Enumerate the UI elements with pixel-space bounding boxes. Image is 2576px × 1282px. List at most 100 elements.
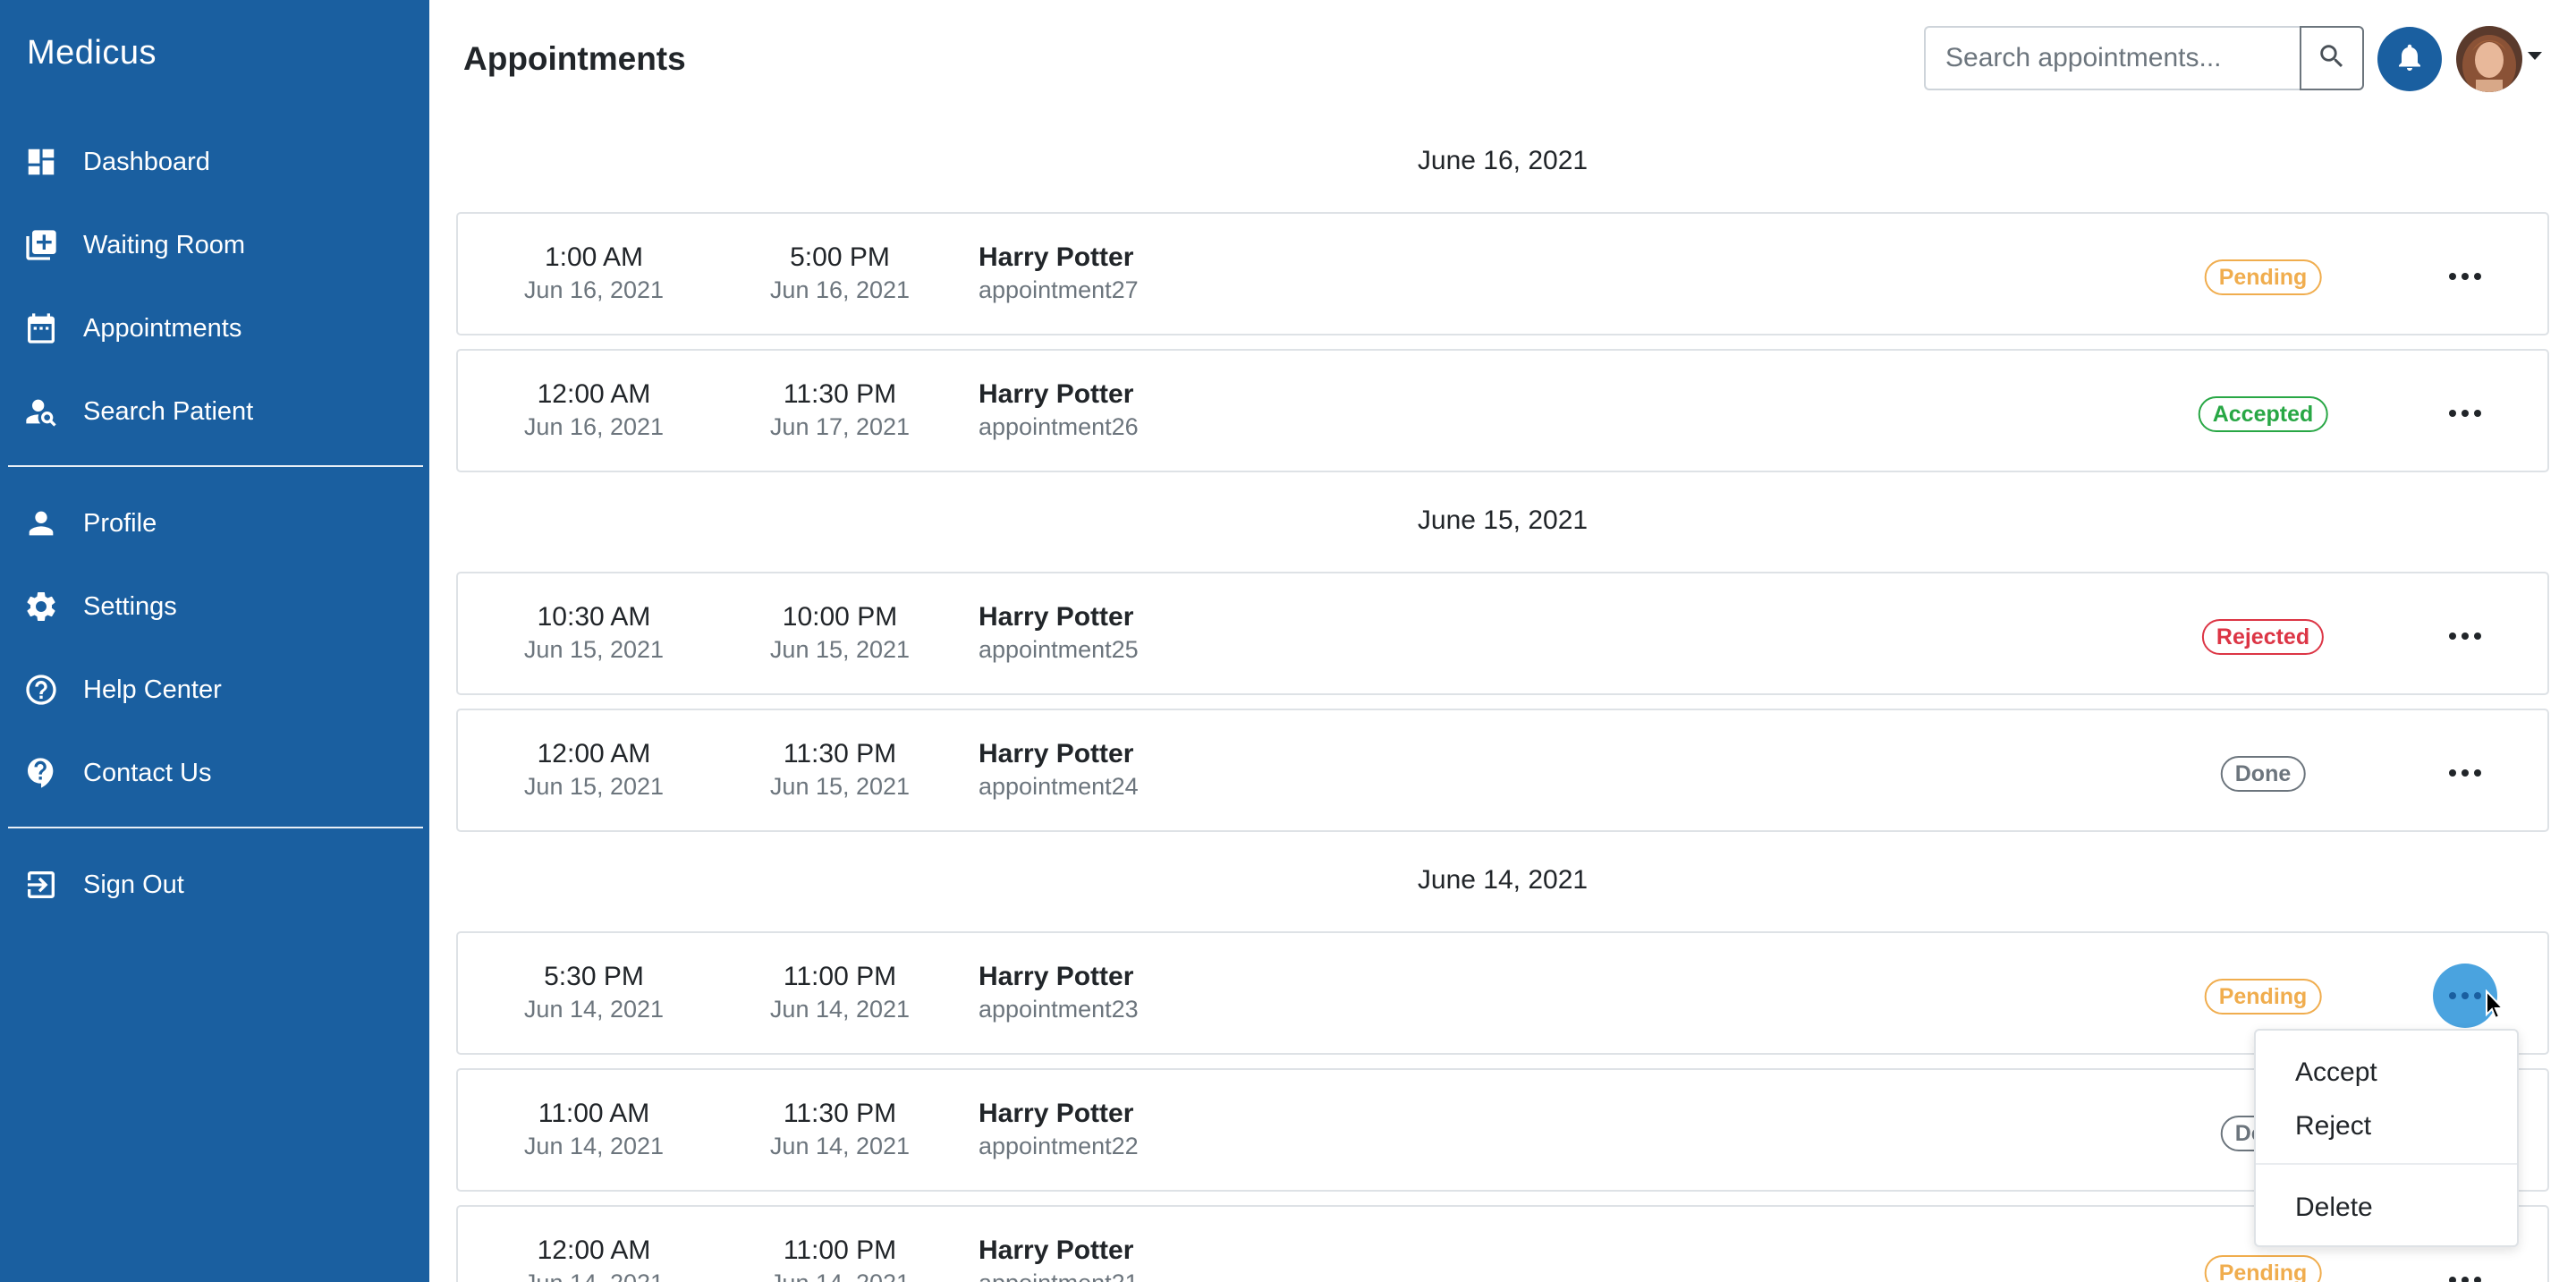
end-date: Jun 14, 2021: [769, 1133, 911, 1159]
status-badge: Pending: [2204, 259, 2322, 295]
more-horizontal-icon: [2449, 992, 2481, 999]
sidebar-item-label: Profile: [83, 508, 157, 538]
appointment-row[interactable]: 5:30 PM Jun 14, 2021 11:00 PM Jun 14, 20…: [456, 931, 2549, 1055]
start-date: Jun 15, 2021: [523, 636, 665, 663]
sidebar-item-sign-out[interactable]: Sign Out: [0, 853, 429, 916]
help-circle-icon: [23, 672, 59, 708]
sidebar-item-label: Sign Out: [83, 870, 184, 899]
end-time-cell: 11:30 PM Jun 14, 2021: [741, 1097, 938, 1161]
end-time-cell: 11:00 PM Jun 14, 2021: [741, 1234, 938, 1282]
end-time: 5:00 PM: [790, 242, 890, 272]
end-time-cell: 11:00 PM Jun 14, 2021: [741, 960, 938, 1024]
appointment-subject: appointment25: [979, 636, 1139, 663]
sidebar-item-search-patient[interactable]: Search Patient: [0, 380, 429, 443]
start-date: Jun 14, 2021: [523, 1133, 665, 1159]
appointment-row[interactable]: 1:00 AM Jun 16, 2021 5:00 PM Jun 16, 202…: [456, 212, 2549, 335]
end-time-cell: 11:30 PM Jun 17, 2021: [741, 378, 938, 442]
sidebar-item-label: Appointments: [83, 313, 242, 343]
sidebar-item-label: Dashboard: [83, 147, 210, 176]
patient-cell: Harry Potter appointment21: [979, 1234, 1139, 1282]
start-time-cell: 11:00 AM Jun 14, 2021: [496, 1097, 692, 1161]
bell-icon: [2394, 41, 2426, 78]
end-time: 11:30 PM: [783, 379, 897, 409]
contact-support-icon: [23, 755, 59, 791]
start-time: 5:30 PM: [544, 962, 644, 991]
menu-divider: [2256, 1163, 2517, 1165]
start-date: Jun 16, 2021: [523, 276, 665, 303]
brand-logo[interactable]: Medicus: [27, 34, 157, 72]
appointment-row[interactable]: 12:00 AM Jun 15, 2021 11:30 PM Jun 15, 2…: [456, 709, 2549, 832]
sidebar-item-label: Search Patient: [83, 396, 254, 426]
sidebar-item-waiting-room[interactable]: Waiting Room: [0, 214, 429, 276]
search-input[interactable]: [1924, 26, 2300, 90]
appointment-subject: appointment21: [979, 1268, 1139, 1282]
more-horizontal-icon: [2449, 769, 2481, 777]
sidebar-item-dashboard[interactable]: Dashboard: [0, 131, 429, 193]
end-time-cell: 10:00 PM Jun 15, 2021: [741, 600, 938, 665]
more-options-button[interactable]: [2433, 741, 2497, 805]
patient-name: Harry Potter: [979, 379, 1134, 409]
patient-cell: Harry Potter appointment25: [979, 600, 1139, 665]
sidebar-item-label: Settings: [83, 591, 177, 621]
sidebar-item-contact-us[interactable]: Contact Us: [0, 742, 429, 804]
patient-cell: Harry Potter appointment27: [979, 241, 1139, 305]
appointment-subject: appointment24: [979, 773, 1139, 800]
start-date: Jun 14, 2021: [523, 996, 665, 1023]
start-date: Jun 14, 2021: [496, 1268, 692, 1282]
more-options-button[interactable]: [2433, 381, 2497, 446]
more-horizontal-icon: [2449, 1277, 2481, 1282]
end-date: Jun 17, 2021: [769, 413, 911, 440]
dashboard-icon: [23, 144, 59, 180]
appointment-row[interactable]: 11:00 AM Jun 14, 2021 11:30 PM Jun 14, 2…: [456, 1068, 2549, 1192]
appointment-row[interactable]: 12:00 AM Jun 14, 2021 11:00 PM Jun 14, 2…: [456, 1205, 2549, 1282]
start-date: Jun 15, 2021: [523, 773, 665, 800]
sidebar-divider: [8, 465, 423, 467]
more-options-button[interactable]: [2433, 1243, 2497, 1282]
more-options-button[interactable]: [2433, 244, 2497, 309]
end-time: 11:00 PM: [783, 962, 897, 991]
start-time: 1:00 AM: [544, 242, 644, 272]
end-date: Jun 14, 2021: [741, 1268, 938, 1282]
start-time-cell: 10:30 AM Jun 15, 2021: [496, 600, 692, 665]
start-time: 12:00 AM: [537, 1235, 651, 1265]
accept-menu-item[interactable]: Accept: [2256, 1047, 2517, 1099]
appointment-subject: appointment26: [979, 413, 1139, 440]
end-time: 10:00 PM: [782, 602, 898, 632]
sidebar-item-settings[interactable]: Settings: [0, 575, 429, 638]
reject-menu-item[interactable]: Reject: [2256, 1100, 2517, 1152]
patient-name: Harry Potter: [979, 242, 1134, 272]
delete-menu-item[interactable]: Delete: [2256, 1182, 2517, 1234]
patient-name: Harry Potter: [979, 962, 1134, 991]
sidebar-item-profile[interactable]: Profile: [0, 492, 429, 555]
status-badge: Pending: [2204, 1255, 2322, 1282]
start-time-cell: 12:00 AM Jun 16, 2021: [496, 378, 692, 442]
end-time: 11:30 PM: [783, 1099, 897, 1128]
calendar-icon: [23, 310, 59, 346]
avatar[interactable]: [2456, 26, 2522, 92]
sidebar-item-help-center[interactable]: Help Center: [0, 658, 429, 721]
end-time-cell: 5:00 PM Jun 16, 2021: [741, 241, 938, 305]
status-badge: Pending: [2204, 979, 2322, 1015]
end-time: 11:00 PM: [783, 1235, 897, 1265]
mouse-cursor-icon: [2485, 989, 2508, 1026]
notifications-button[interactable]: [2377, 27, 2442, 91]
status-badge: Rejected: [2201, 619, 2325, 655]
status-badge: Done: [2220, 756, 2306, 792]
patient-name: Harry Potter: [979, 739, 1134, 768]
start-time: 12:00 AM: [537, 739, 651, 768]
sidebar-item-label: Help Center: [83, 675, 222, 704]
start-date: Jun 16, 2021: [523, 413, 665, 440]
more-horizontal-icon: [2449, 633, 2481, 640]
chevron-down-icon[interactable]: [2528, 52, 2542, 60]
sidebar-divider: [8, 827, 423, 828]
search-button[interactable]: [2300, 26, 2364, 90]
sidebar-item-appointments[interactable]: Appointments: [0, 297, 429, 360]
start-time: 12:00 AM: [537, 379, 651, 409]
more-options-button[interactable]: [2433, 604, 2497, 668]
appointment-row[interactable]: 12:00 AM Jun 16, 2021 11:30 PM Jun 17, 2…: [456, 349, 2549, 472]
appointment-subject: appointment27: [979, 276, 1139, 303]
start-time-cell: 12:00 AM Jun 14, 2021: [496, 1234, 692, 1282]
logout-icon: [23, 867, 59, 903]
appointment-row[interactable]: 10:30 AM Jun 15, 2021 10:00 PM Jun 15, 2…: [456, 572, 2549, 695]
start-time-cell: 1:00 AM Jun 16, 2021: [496, 241, 692, 305]
